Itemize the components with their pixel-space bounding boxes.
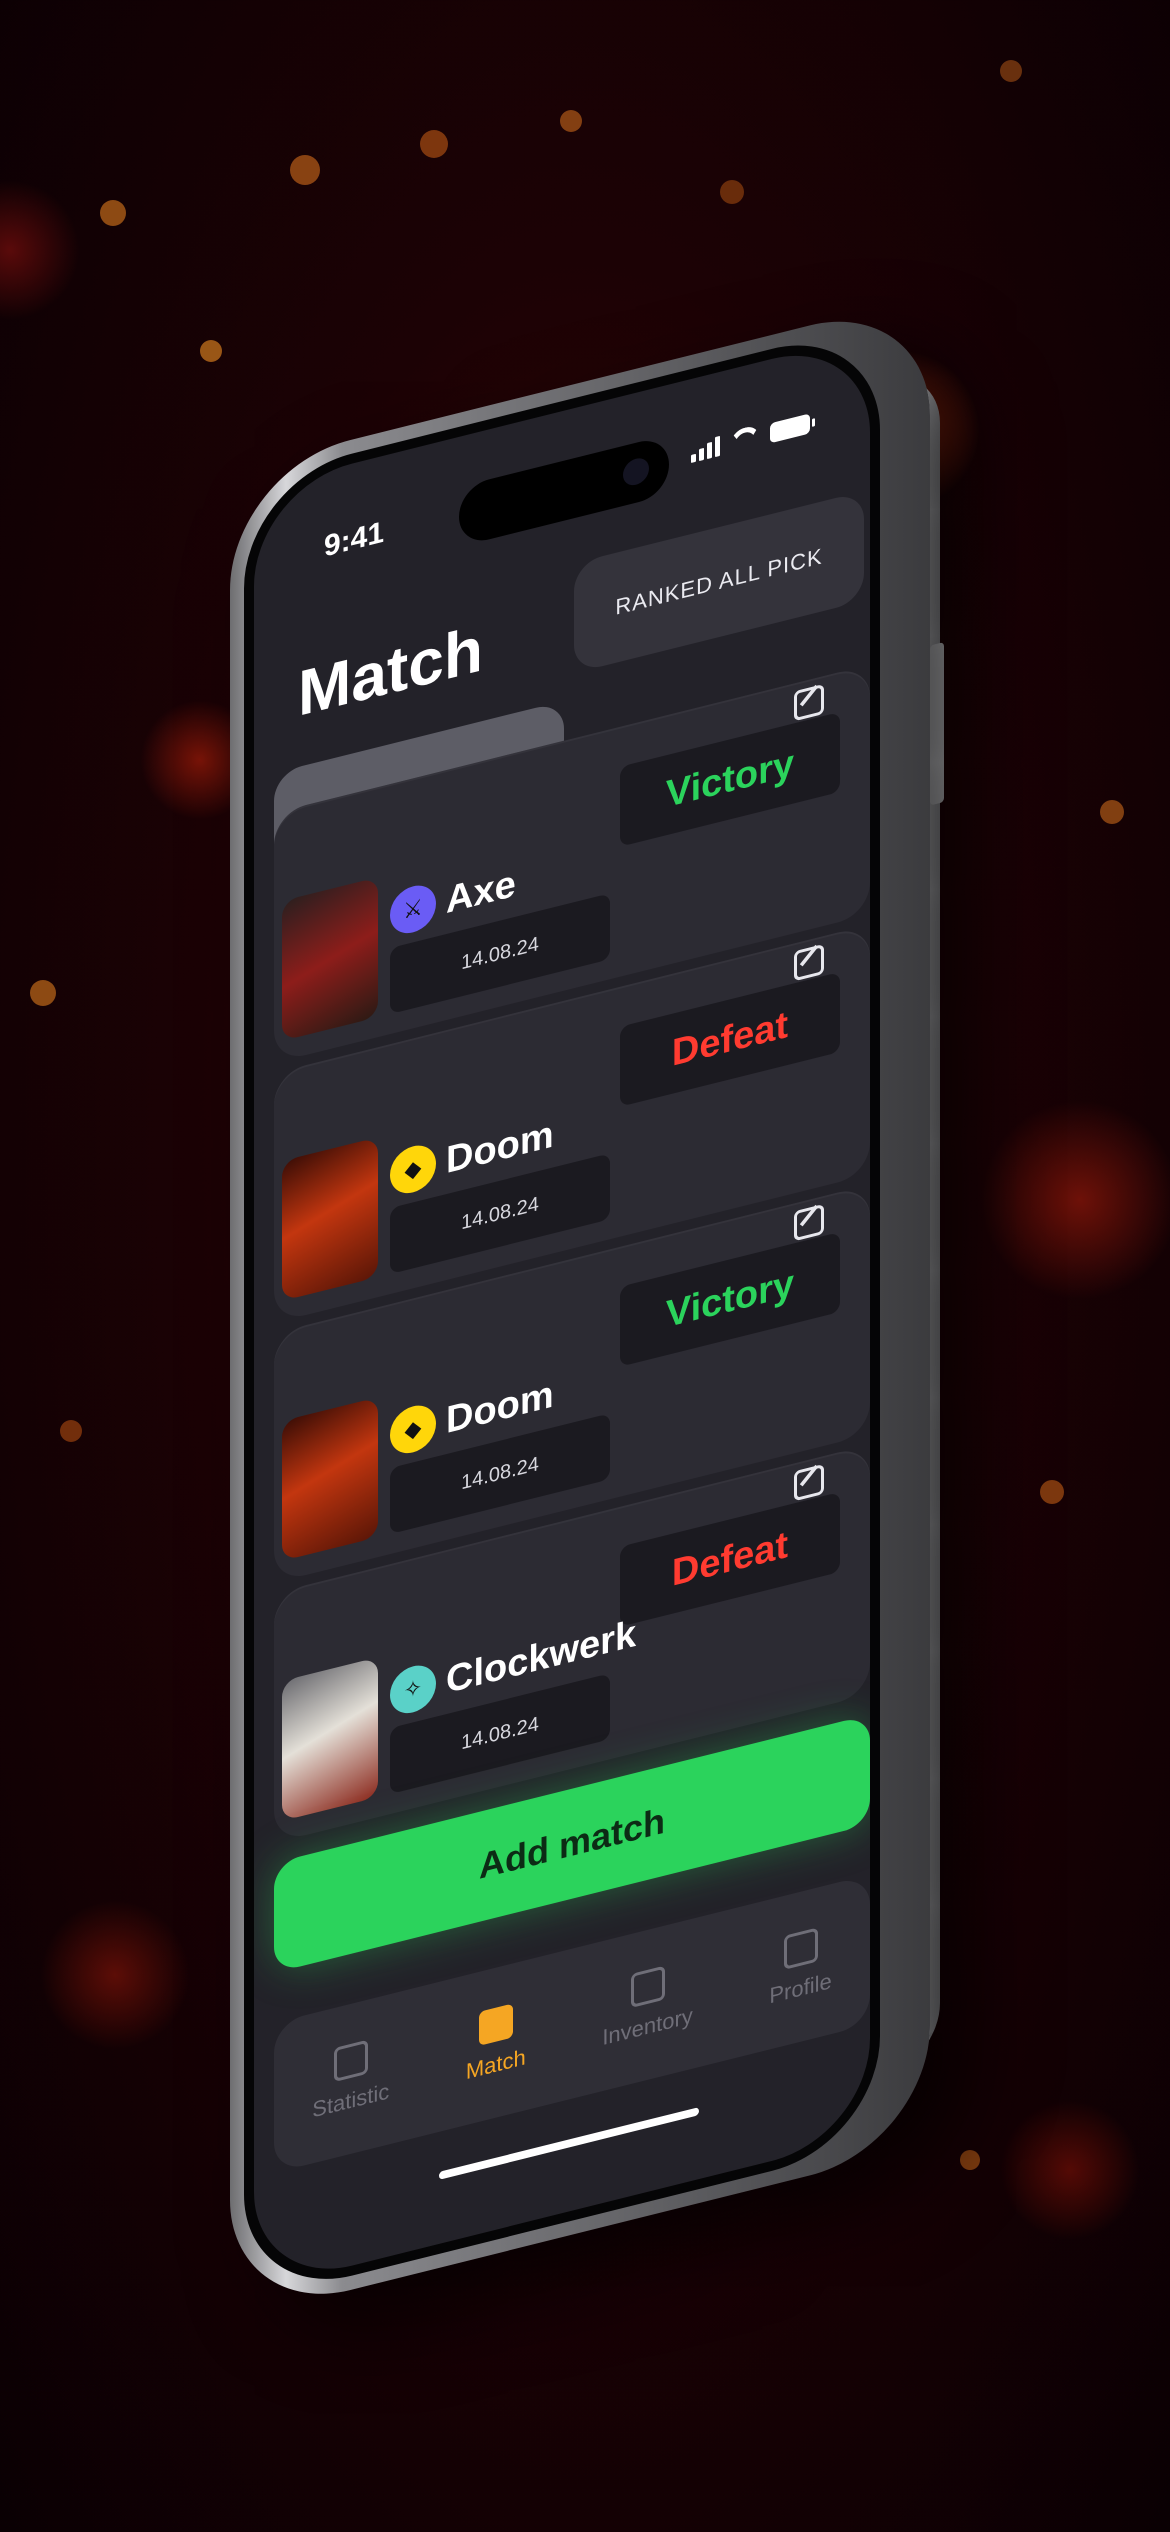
tab-label: Profile xyxy=(769,1967,832,2009)
match-result: Victory xyxy=(620,711,840,847)
tab-statistic[interactable]: Statistic xyxy=(312,2034,389,2123)
battery-icon xyxy=(770,413,810,444)
wifi-icon xyxy=(730,424,760,453)
app-screen: 9:41 Match RANKED ALL PICK ALL PICK Vict… xyxy=(244,321,880,2303)
edit-icon[interactable] xyxy=(794,1463,824,1502)
pulse-icon xyxy=(333,2039,368,2083)
edit-icon[interactable] xyxy=(794,943,824,982)
shield-icon: ◆ xyxy=(390,1400,436,1459)
edit-icon[interactable] xyxy=(794,1203,824,1242)
tab-label: Match xyxy=(465,2044,526,2085)
hero-portrait xyxy=(282,877,378,1042)
match-result: Defeat xyxy=(620,1491,840,1627)
tab-match[interactable]: Match xyxy=(466,2000,526,2085)
page-title: Match xyxy=(298,611,483,731)
profile-icon xyxy=(783,1927,818,1970)
shield-icon: ◆ xyxy=(390,1140,436,1199)
compass-icon: ✧ xyxy=(390,1660,436,1719)
sword-icon: ⚔ xyxy=(390,880,436,939)
tab-profile[interactable]: Profile xyxy=(769,1924,832,2010)
hero-portrait xyxy=(282,1657,378,1822)
hero-name: Axe xyxy=(446,862,516,923)
filter-ranked-all-pick[interactable]: RANKED ALL PICK xyxy=(574,490,864,674)
status-time: 9:41 xyxy=(324,515,385,564)
dynamic-island xyxy=(459,434,669,547)
tab-label: Inventory xyxy=(602,2002,693,2051)
edit-icon[interactable] xyxy=(794,683,824,722)
match-icon xyxy=(478,2003,513,2046)
hero-portrait xyxy=(282,1397,378,1562)
tab-label: Statistic xyxy=(312,2078,390,2123)
inventory-icon xyxy=(630,1965,665,2009)
hero-portrait xyxy=(282,1137,378,1302)
status-icons xyxy=(691,411,810,464)
signal-icon xyxy=(691,435,720,464)
match-result: Victory xyxy=(620,1231,840,1367)
match-result: Defeat xyxy=(620,971,840,1107)
phone-side-button xyxy=(930,641,944,806)
phone-mockup: 9:41 Match RANKED ALL PICK ALL PICK Vict… xyxy=(0,0,1170,2532)
tab-inventory[interactable]: Inventory xyxy=(602,1959,693,2052)
